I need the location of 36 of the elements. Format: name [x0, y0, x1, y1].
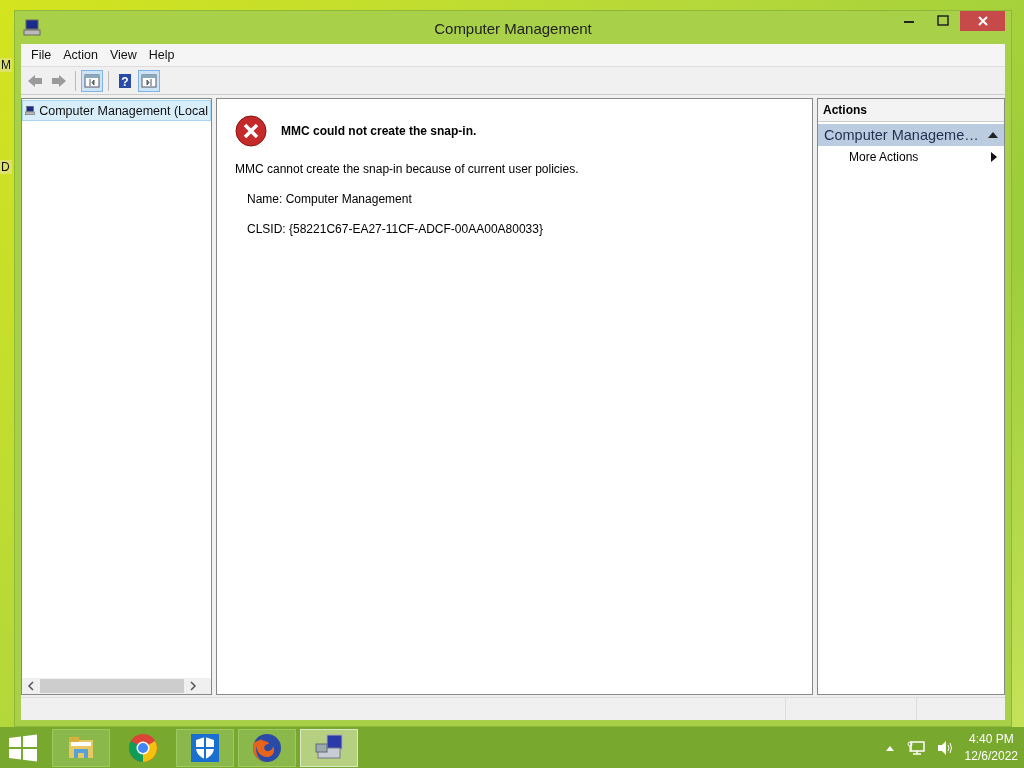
toolbar-button[interactable]: [81, 69, 103, 92]
menu-item[interactable]: Help: [142, 48, 181, 62]
collapse-icon: [988, 131, 998, 139]
desktop-icon-label: M: [0, 58, 12, 72]
desktop-icon-label: D: [0, 160, 12, 174]
globe-icon: [251, 731, 283, 764]
menu-item[interactable]: File: [25, 48, 58, 62]
start-button[interactable]: [8, 733, 38, 762]
window-title: Computer Management: [434, 20, 592, 37]
error-icon: [235, 115, 267, 147]
error-message: MMC cannot create the snap-in because of current user policies.: [235, 162, 580, 176]
error-detail: Name: Computer Management: [247, 192, 413, 206]
action-section-header[interactable]: Computer Manageme…: [818, 124, 1004, 146]
panel-icon: [141, 72, 157, 89]
forward-arrow-icon: [51, 72, 67, 89]
error-title: MMC could not create the snap-in.: [281, 124, 477, 138]
shield-icon: [189, 731, 221, 764]
submenu-arrow-icon: [991, 152, 997, 162]
close-icon: [976, 15, 989, 27]
toolbar-button[interactable]: [138, 69, 160, 92]
menu-item[interactable]: View: [103, 48, 143, 62]
action-item[interactable]: More Actions: [818, 146, 1004, 168]
scrollbar-thumb[interactable]: [40, 679, 184, 693]
taskbar-app-button[interactable]: [238, 728, 296, 767]
menu-item[interactable]: Action: [57, 48, 104, 62]
network-icon[interactable]: [906, 739, 925, 756]
back-arrow-icon: [27, 72, 43, 89]
actions-header: Actions: [818, 99, 1004, 122]
browser-icon: [127, 731, 159, 764]
taskbar-app-button[interactable]: [176, 728, 234, 767]
panel-icon: [84, 72, 100, 89]
speaker-icon[interactable]: [936, 739, 953, 756]
app-icon: [23, 19, 41, 36]
error-detail: CLSID: {58221C67-EA27-11CF-ADCF-00AA00A80033}: [247, 222, 544, 236]
tree-item[interactable]: Computer Management (Local: [22, 100, 211, 121]
close-button[interactable]: [960, 11, 1005, 31]
